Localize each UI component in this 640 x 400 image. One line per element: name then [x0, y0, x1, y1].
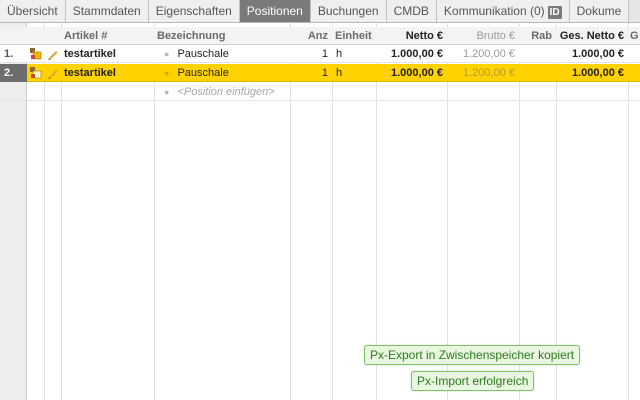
rabatt-cell[interactable] — [519, 45, 556, 63]
bullet-icon: ● — [164, 68, 170, 78]
tab-label: Buchungen — [317, 4, 379, 18]
bezeichnung-text: Pauschale — [177, 67, 229, 79]
header-artikel[interactable]: Artikel # — [64, 27, 154, 45]
tab-label: Kommunikation (0) — [443, 4, 545, 18]
export-notification: Px-Export in Zwischenspeicher kopiert — [364, 345, 581, 365]
article-type-icon[interactable] — [30, 67, 42, 79]
row-number: 1. — [4, 48, 14, 60]
tab-uebersicht[interactable]: Übersicht — [0, 0, 66, 22]
ges-netto-cell[interactable]: 1.000,00 € — [556, 64, 628, 82]
tab-label: CMDB — [393, 4, 429, 18]
insert-position-placeholder: <Position einfügen> — [177, 86, 275, 98]
id-badge: ID — [547, 6, 562, 19]
bezeichnung-cell[interactable]: ● Pauschale — [164, 45, 290, 63]
tab-label: Eigenschaften — [155, 4, 232, 18]
rabatt-cell[interactable] — [519, 64, 556, 82]
ges-netto-cell[interactable]: 1.000,00 € — [556, 45, 628, 63]
import-notification: Px-Import erfolgreich — [411, 371, 535, 391]
header-ges-netto[interactable]: Ges. Netto € — [556, 27, 628, 45]
tab-buchungen[interactable]: Buchungen — [310, 0, 387, 22]
row-number: 2. — [0, 64, 27, 82]
tab-eigenschaften[interactable]: Eigenschaften — [148, 0, 240, 22]
tab-stammdaten[interactable]: Stammdaten — [65, 0, 149, 22]
edit-pencil-icon[interactable] — [47, 48, 59, 60]
netto-cell[interactable]: 1.000,00 € — [376, 45, 447, 63]
header-rabatt[interactable]: Rab — [519, 27, 556, 45]
insert-position-row[interactable]: ● <Position einfügen> — [0, 83, 640, 101]
tab-label: Übersicht — [7, 4, 58, 18]
header-netto[interactable]: Netto € — [376, 27, 447, 45]
table-row-selected[interactable]: 2. testartikel ● Pauschale 1 h 1.000,00 €… — [0, 64, 640, 82]
header-extra[interactable]: G — [630, 27, 640, 45]
header-einheit[interactable]: Einheit — [335, 27, 376, 45]
tab-label: Positionen — [246, 4, 303, 18]
header-bezeichnung[interactable]: Bezeichnung — [157, 27, 290, 45]
anz-cell[interactable]: 1 — [290, 64, 332, 82]
positions-grid: Artikel # Bezeichnung Anz Einheit Netto … — [0, 23, 640, 400]
bullet-icon: ● — [164, 87, 170, 97]
netto-cell[interactable]: 1.000,00 € — [376, 64, 447, 82]
tab-label: Stammdaten — [72, 4, 141, 18]
header-anz[interactable]: Anz — [290, 27, 332, 45]
header-brutto[interactable]: Brutto € — [447, 27, 519, 45]
brutto-cell[interactable]: 1.200,00 € — [447, 45, 519, 63]
bezeichnung-text: Pauschale — [177, 48, 229, 60]
anz-cell[interactable]: 1 — [290, 45, 332, 63]
bezeichnung-cell[interactable]: ● Pauschale — [164, 64, 290, 82]
edit-pencil-icon[interactable] — [47, 67, 59, 79]
article-type-icon[interactable] — [30, 48, 42, 60]
table-row[interactable]: 1. testartikel ● Pauschale 1 h 1.000,00 €… — [0, 45, 640, 63]
tab-dokumente[interactable]: Dokume — [569, 0, 630, 22]
tab-cmdb[interactable]: CMDB — [386, 0, 437, 22]
grid-header: Artikel # Bezeichnung Anz Einheit Netto … — [0, 27, 640, 45]
tab-bar: Übersicht Stammdaten Eigenschaften Posit… — [0, 0, 640, 23]
tab-kommunikation[interactable]: Kommunikation (0) ID — [436, 0, 570, 22]
einheit-cell[interactable]: h — [336, 45, 376, 63]
tab-label: Dokume — [576, 4, 622, 18]
positions-view: Übersicht Stammdaten Eigenschaften Posit… — [0, 0, 640, 400]
artikel-cell[interactable]: testartikel — [64, 64, 154, 82]
artikel-cell[interactable]: testartikel — [64, 45, 154, 63]
einheit-cell[interactable]: h — [336, 64, 376, 82]
insert-position-cell[interactable]: ● <Position einfügen> — [164, 83, 290, 101]
brutto-cell[interactable]: 1.200,00 € — [447, 64, 519, 82]
tab-positionen[interactable]: Positionen — [239, 0, 311, 22]
bullet-icon: ● — [164, 49, 170, 59]
